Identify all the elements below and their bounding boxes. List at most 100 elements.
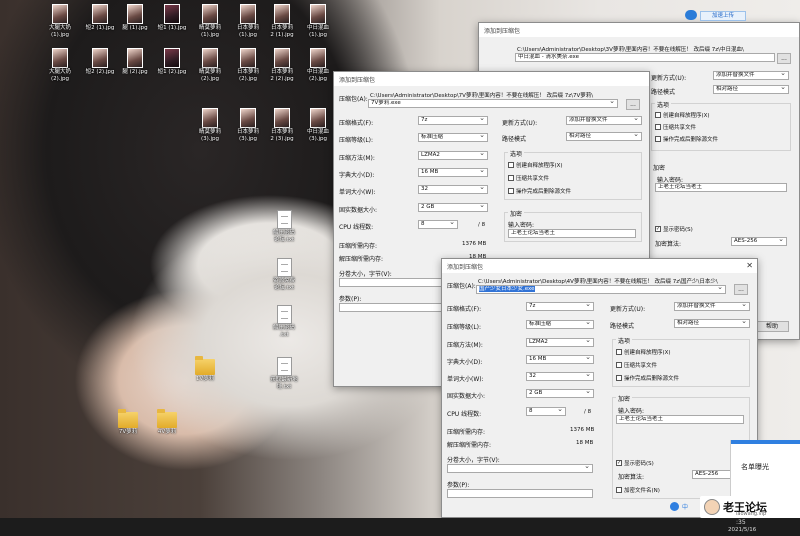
ime-toolbar[interactable]: 中 xyxy=(670,502,688,511)
password-field[interactable]: 上老王论坛当老王 xyxy=(655,183,787,192)
solid-size-select[interactable]: 2 GB xyxy=(526,389,594,398)
path-mode-select[interactable]: 相对路径 xyxy=(566,132,642,141)
title-bar[interactable]: 添加到压缩包 xyxy=(334,72,649,86)
show-password-checkbox[interactable]: ✓ 显示密码(S) xyxy=(616,459,654,467)
close-icon[interactable]: ✕ xyxy=(746,261,753,270)
format-label: 压缩格式(F): xyxy=(339,120,374,127)
level-label: 压缩等级(L): xyxy=(447,324,482,331)
browse-button[interactable]: ... xyxy=(777,53,791,64)
browse-button[interactable]: ... xyxy=(626,99,640,110)
encryption-label: 加密 xyxy=(616,394,633,403)
delete-source-checkbox[interactable]: 操作完成后删除源文件 xyxy=(508,187,571,195)
password-field[interactable]: 上老王论坛当老王 xyxy=(508,229,636,238)
archive-name-field[interactable]: 7V萝莉.exe xyxy=(368,99,618,108)
update-mode-label: 更新方式(U): xyxy=(502,120,538,127)
word-size-select[interactable]: 32 xyxy=(418,185,488,194)
image-file-icon xyxy=(274,4,290,24)
desktop-icon[interactable]: 资源免费 论坛.txt xyxy=(262,258,306,291)
parameters-field[interactable] xyxy=(447,489,593,498)
update-mode-select[interactable]: 添加并替换文件 xyxy=(713,71,789,80)
folder-icon xyxy=(118,409,138,428)
title-bar[interactable]: 添加到压缩包 ✕ xyxy=(442,259,757,273)
desktop-icon-label: 大腿大奶 (1).jpg xyxy=(48,25,71,38)
method-select[interactable]: LZMA2 xyxy=(418,151,488,160)
encryption-method-select[interactable]: AES-256 xyxy=(731,237,787,246)
options-label: 选项 xyxy=(508,149,525,158)
desktop-icon-label: 日本萝莉 2 (2).jpg xyxy=(270,69,294,82)
desktop-icon[interactable]: 大腿大奶 (1).jpg xyxy=(38,4,82,38)
path-mode-select[interactable]: 相对路径 xyxy=(674,319,750,328)
desktop-icon[interactable]: 获取最新地 址.txt xyxy=(262,357,306,390)
solid-size-label: 固实数据大小: xyxy=(447,393,486,400)
path-mode-select[interactable]: 相对路径 xyxy=(713,85,789,94)
desktop-icon-label: 睛莫萝莉 (1).jpg xyxy=(198,25,221,38)
word-size-select[interactable]: 32 xyxy=(526,372,594,381)
shared-files-checkbox[interactable]: 压缩共享文件 xyxy=(508,174,549,182)
desktop-icon-label: 日本萝莉 (2).jpg xyxy=(236,69,259,82)
level-select[interactable]: 标准压缩 xyxy=(526,320,594,329)
archive-name-field[interactable]: 中日混血 - 清水美奈.exe xyxy=(515,53,775,62)
cpu-threads-select[interactable]: 8 xyxy=(418,220,458,229)
checkbox-label: 加密文件名(N) xyxy=(624,488,660,494)
archive-name-field[interactable]: 国产少女日本少女.exe xyxy=(476,285,726,294)
ime-mode: 中 xyxy=(682,504,689,511)
cpu-threads-label: CPU 线程数: xyxy=(447,411,482,418)
decompress-memory-label: 解压缩所需内存: xyxy=(339,256,384,263)
cpu-threads-label: CPU 线程数: xyxy=(339,224,374,231)
desktop-icon[interactable]: 解压密码 .txt xyxy=(262,305,306,338)
cpu-threads-select[interactable]: 8 xyxy=(526,407,566,416)
format-select[interactable]: 7z xyxy=(526,302,594,311)
options-label: 选项 xyxy=(616,336,633,345)
dictionary-select[interactable]: 16 MB xyxy=(526,355,594,364)
delete-source-checkbox[interactable]: 操作完成后删除源文件 xyxy=(655,135,718,143)
delete-source-checkbox[interactable]: 操作完成后删除源文件 xyxy=(616,374,679,382)
image-file-icon xyxy=(127,4,143,24)
encrypt-names-checkbox[interactable]: 加密文件名(N) xyxy=(616,486,660,494)
desktop-icon[interactable]: 7V萝莉 xyxy=(106,408,150,436)
method-select[interactable]: LZMA2 xyxy=(526,338,594,347)
cloud-upload-button[interactable]: 加速上传 xyxy=(700,11,746,21)
password-field[interactable]: 上老王论坛当老王 xyxy=(616,415,744,424)
split-size-select[interactable] xyxy=(447,464,593,473)
desktop-icon-label: 资源免费 论坛.txt xyxy=(272,278,295,291)
desktop-icon[interactable]: 1V萝莉 xyxy=(183,355,227,383)
sfx-checkbox[interactable]: 创建自释放程序(X) xyxy=(508,161,563,169)
folder-icon xyxy=(195,356,215,375)
image-file-icon xyxy=(52,4,68,24)
update-mode-select[interactable]: 添加并替换文件 xyxy=(566,116,642,125)
watermark-sub: laowang.vip xyxy=(736,511,767,517)
solid-size-select[interactable]: 2 GB xyxy=(418,203,488,212)
browse-button[interactable]: ... xyxy=(734,284,748,295)
sfx-checkbox[interactable]: 创建自释放程序(X) xyxy=(616,348,671,356)
format-select[interactable]: 7z xyxy=(418,116,488,125)
desktop-icon-label: 7V萝莉 xyxy=(118,429,138,435)
desktop-icon-label: 日本萝莉 2 (3).jpg xyxy=(270,129,294,142)
update-mode-select[interactable]: 添加并替换文件 xyxy=(674,302,750,311)
image-file-icon xyxy=(92,48,108,68)
checkbox-box xyxy=(616,362,622,368)
desktop-icon[interactable]: 大腿大奶 (2).jpg xyxy=(38,48,82,82)
desktop-icon[interactable]: 4V萝莉 xyxy=(145,408,189,436)
title-bar[interactable]: 添加到压缩包 xyxy=(479,23,799,37)
text-file-icon xyxy=(276,357,292,376)
help-button[interactable]: 帮助 xyxy=(755,321,789,332)
desktop-icon[interactable]: 解压密码 论坛.txt xyxy=(262,210,306,243)
encryption-method-label: 加密算法: xyxy=(618,474,645,481)
dictionary-select[interactable]: 16 MB xyxy=(418,168,488,177)
desktop-icon-label: 睛莫萝莉 (3).jpg xyxy=(198,129,221,142)
image-file-icon xyxy=(274,48,290,68)
compress-memory-value: 1376 MB xyxy=(570,427,595,433)
checkbox-box xyxy=(616,375,622,381)
show-password-checkbox[interactable]: ✓ 显示密码(S) xyxy=(655,225,693,233)
text-file-icon xyxy=(276,305,292,324)
level-select[interactable]: 标准压缩 xyxy=(418,133,488,142)
checkbox-label: 创建自释放程序(X) xyxy=(624,350,671,356)
desktop-icon-label: 中日混血 (2).jpg xyxy=(306,69,329,82)
desktop-icon-label: 大腿大奶 (2).jpg xyxy=(48,69,71,82)
shared-files-checkbox[interactable]: 压缩共享文件 xyxy=(655,123,696,131)
desktop-icon-label: 日本萝莉 (1).jpg xyxy=(236,25,259,38)
shared-files-checkbox[interactable]: 压缩共享文件 xyxy=(616,361,657,369)
checkbox-label: 操作完成后删除源文件 xyxy=(663,137,719,143)
desktop-icon[interactable]: 中日混血 (1).jpg xyxy=(296,4,340,38)
sfx-checkbox[interactable]: 创建自释放程序(X) xyxy=(655,111,710,119)
